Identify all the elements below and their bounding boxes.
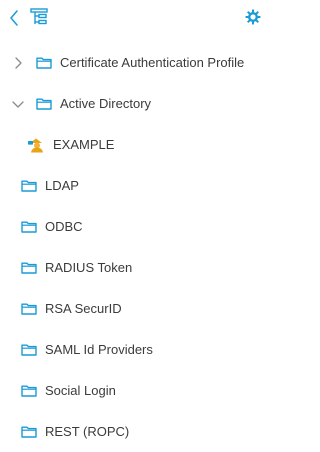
- folder-icon: [21, 425, 37, 438]
- tree-item-example[interactable]: EXAMPLE: [0, 124, 265, 165]
- toolbar: [0, 0, 265, 36]
- gear-icon[interactable]: [245, 9, 261, 25]
- tree-item-odbc[interactable]: ODBC: [0, 206, 265, 247]
- tree-item-saml-id-providers[interactable]: SAML Id Providers: [0, 329, 265, 370]
- folder-icon: [36, 56, 52, 69]
- tree-item-radius-token[interactable]: RADIUS Token: [0, 247, 265, 288]
- tree-item-label: Social Login: [45, 383, 116, 398]
- domain-join-icon: [27, 137, 47, 153]
- chevron-right-icon[interactable]: [12, 56, 24, 69]
- tree-item-certificate-authentication-profile[interactable]: Certificate Authentication Profile: [0, 42, 265, 83]
- tree-item-active-directory[interactable]: Active Directory: [0, 83, 265, 124]
- tree-item-social-login[interactable]: Social Login: [0, 370, 265, 411]
- identity-source-tree: Certificate Authentication Profile Activ…: [0, 42, 265, 452]
- folder-icon: [21, 302, 37, 315]
- tree-item-label: LDAP: [45, 178, 79, 193]
- tree-structure-icon[interactable]: [29, 7, 49, 27]
- tree-item-label: EXAMPLE: [53, 137, 115, 152]
- folder-icon: [21, 384, 37, 397]
- tree-item-label: Active Directory: [60, 96, 152, 111]
- tree-item-rest-ropc[interactable]: REST (ROPC): [0, 411, 265, 452]
- tree-item-label: REST (ROPC): [45, 424, 130, 439]
- folder-icon: [36, 97, 52, 110]
- tree-item-ldap[interactable]: LDAP: [0, 165, 265, 206]
- tree-item-label: RSA SecurID: [45, 301, 122, 316]
- chevron-down-icon[interactable]: [12, 98, 24, 110]
- folder-icon: [21, 261, 37, 274]
- tree-item-label: RADIUS Token: [45, 260, 133, 275]
- tree-item-label: ODBC: [45, 219, 83, 234]
- folder-icon: [21, 343, 37, 356]
- folder-icon: [21, 179, 37, 192]
- folder-icon: [21, 220, 37, 233]
- tree-item-rsa-securid[interactable]: RSA SecurID: [0, 288, 265, 329]
- tree-item-label: SAML Id Providers: [45, 342, 153, 357]
- tree-item-label: Certificate Authentication Profile: [60, 55, 245, 70]
- chevron-left-icon[interactable]: [6, 8, 22, 28]
